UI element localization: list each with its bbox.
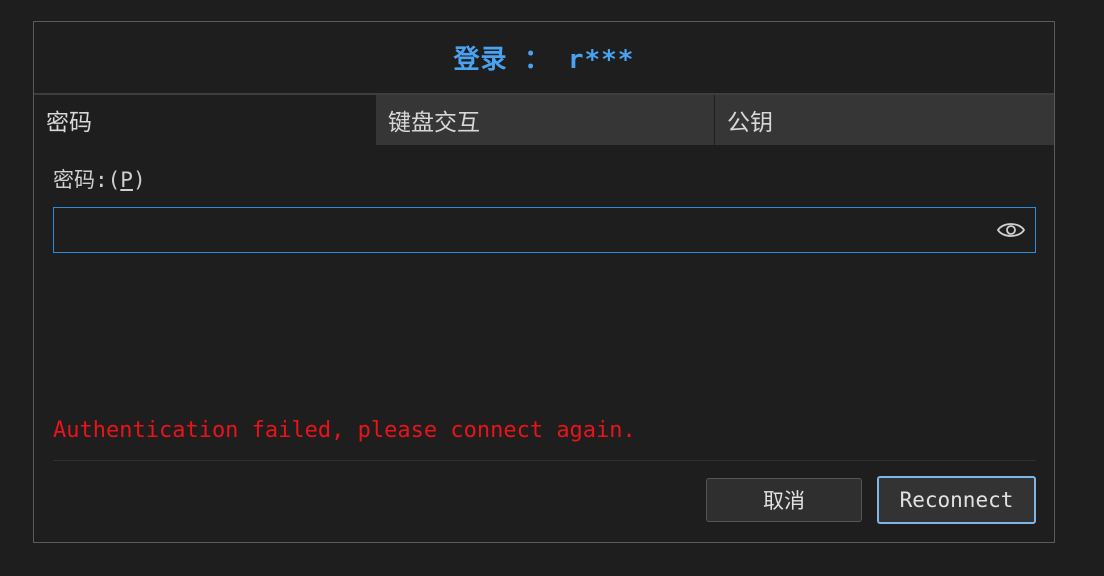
- password-field: [53, 207, 1036, 253]
- password-label: 密码:(P): [53, 164, 146, 194]
- auth-tabs: 密码 键盘交互 公钥: [34, 95, 1054, 145]
- tab-public-key-label: 公钥: [727, 110, 773, 136]
- password-label-prefix: 密码:(: [53, 168, 121, 192]
- tab-keyboard-interactive[interactable]: 键盘交互: [376, 95, 715, 145]
- dialog-title: 登录 ： r***: [34, 22, 1054, 95]
- button-divider: [53, 460, 1036, 461]
- tab-password-label: 密码: [46, 110, 92, 136]
- login-dialog: 登录 ： r*** 密码 键盘交互 公钥 密码:(P) Authenticati…: [33, 21, 1055, 543]
- password-input[interactable]: [54, 210, 986, 252]
- eye-icon[interactable]: [997, 220, 1025, 240]
- reconnect-button[interactable]: Reconnect: [877, 476, 1036, 524]
- tab-password[interactable]: 密码: [34, 95, 376, 145]
- password-label-mnemonic: P: [120, 168, 133, 192]
- password-label-suffix: ): [132, 168, 146, 192]
- tab-keyboard-interactive-label: 键盘交互: [388, 110, 480, 136]
- cancel-button[interactable]: 取消: [706, 478, 862, 522]
- error-message: Authentication failed, please connect ag…: [53, 418, 636, 443]
- tab-public-key[interactable]: 公钥: [715, 95, 1054, 145]
